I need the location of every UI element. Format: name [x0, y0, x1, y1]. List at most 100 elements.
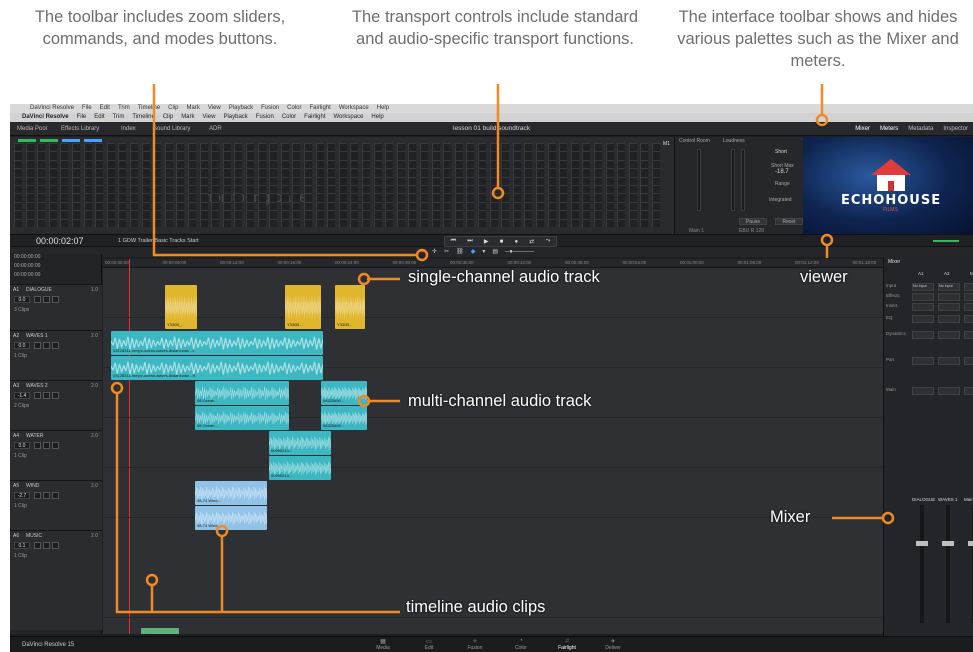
mixer-slot[interactable] — [964, 293, 973, 301]
audio-transport-icon[interactable]: ⤳ — [546, 238, 551, 245]
solo-button[interactable] — [43, 442, 50, 449]
page-edit-icon[interactable]: ▭ — [414, 638, 444, 645]
audio-clip[interactable]: 03128311-mmpv-ocean-waves-distant.wav - … — [111, 331, 323, 355]
adr-button[interactable]: ADR — [206, 122, 225, 136]
track-name[interactable]: MUSIC — [26, 533, 42, 539]
track-volume[interactable]: -2.7 — [14, 492, 30, 499]
resolve-menu-item[interactable]: File — [77, 113, 87, 122]
zoom-slider[interactable]: ─●───── — [505, 247, 534, 257]
solo-button[interactable] — [43, 392, 50, 399]
mute-button[interactable] — [52, 442, 59, 449]
main-volume-slider[interactable] — [933, 240, 959, 242]
fader-knob[interactable] — [942, 541, 954, 546]
solo-button[interactable] — [43, 542, 50, 549]
timeline-ruler[interactable]: 00:00:00:00 00:00:06:00 00:00:12:00 00:00:1… — [103, 259, 883, 268]
mac-menu-item[interactable]: Color — [287, 104, 301, 113]
mac-menu-item[interactable]: Playback — [229, 104, 253, 113]
solo-button[interactable] — [43, 296, 50, 303]
page-color-icon[interactable]: ◔ — [506, 638, 536, 644]
pointer-tool-icon[interactable]: ➤ — [420, 247, 425, 257]
reset-button[interactable]: Reset — [775, 218, 803, 225]
audio-clip[interactable]: 00990214... — [269, 456, 331, 480]
track-header-a6[interactable]: A6 MUSIC 2.0 0.1 1 Clip — [10, 530, 102, 630]
resolve-menu-item[interactable]: Fusion — [256, 113, 274, 122]
track-volume[interactable]: 0.0 — [14, 342, 30, 349]
resolve-menu-item[interactable]: Help — [371, 113, 383, 122]
mixer-slot[interactable] — [938, 303, 960, 311]
track-header-a4[interactable]: A4 WATER 2.0 0.0 1 Clip — [10, 430, 102, 480]
mixer-slot[interactable] — [964, 315, 973, 323]
mute-button[interactable] — [52, 342, 59, 349]
mute-button[interactable] — [52, 542, 59, 549]
snap-icon[interactable]: ◆ — [471, 247, 476, 257]
track-volume[interactable]: 0.0 — [14, 442, 30, 449]
page-fusion-icon[interactable]: ✧ — [460, 638, 490, 645]
resolve-menu-item[interactable]: Clip — [163, 113, 173, 122]
mac-menu-item[interactable]: Workspace — [339, 104, 369, 113]
mixer-slot[interactable] — [912, 293, 934, 301]
mixer-toggle-button[interactable]: Mixer — [850, 122, 875, 136]
mac-menu-item[interactable]: Fusion — [261, 104, 279, 113]
mixer-slot[interactable] — [938, 315, 960, 323]
solo-button[interactable] — [43, 342, 50, 349]
page-fairlight-icon[interactable]: ♫ — [552, 638, 582, 644]
audio-clip[interactable]: 03128311-mmpv-ocean-waves-distant.wav - … — [111, 356, 323, 380]
mixer-slot[interactable] — [912, 357, 934, 365]
audio-clip[interactable]: 08-74 Wind... — [195, 506, 267, 530]
mixer-slot[interactable] — [912, 387, 934, 395]
mixer-slot[interactable] — [964, 283, 973, 291]
marker-icon[interactable]: ▾ — [482, 247, 485, 257]
resolve-menu-item[interactable]: Playback — [223, 113, 247, 122]
mute-button[interactable] — [52, 296, 59, 303]
mac-menu-item[interactable]: Help — [377, 104, 389, 113]
resolve-menu-item[interactable]: Fairlight — [304, 113, 325, 122]
record-arm-button[interactable] — [34, 542, 41, 549]
solo-button[interactable] — [43, 492, 50, 499]
track-volume[interactable]: 0.1 — [14, 542, 30, 549]
metadata-toggle-button[interactable]: Metadata — [903, 122, 938, 136]
resolve-menu-item[interactable]: Workspace — [334, 113, 364, 122]
fader-knob[interactable] — [916, 541, 928, 546]
fast-forward-icon[interactable]: ⏭ — [467, 238, 472, 245]
record-arm-button[interactable] — [34, 342, 41, 349]
track-name[interactable]: WAVES 1 — [26, 333, 48, 339]
audio-clip[interactable]: 08 Ocean... — [195, 406, 289, 430]
record-arm-button[interactable] — [34, 442, 41, 449]
page-media-icon[interactable]: ▦ — [368, 638, 398, 645]
track-header-a1[interactable]: A1 DIALOGUE 1.0 0.0 3 Clips — [10, 284, 102, 330]
track-name[interactable]: WIND — [26, 483, 39, 489]
range-tool-icon[interactable]: ✛ — [432, 247, 437, 257]
mac-menu-item[interactable]: DaVinci Resolve — [30, 104, 74, 113]
meters-toggle-button[interactable]: Meters — [875, 122, 903, 136]
sound-library-button[interactable]: Sound Library — [150, 122, 193, 136]
mixer-slot[interactable] — [938, 357, 960, 365]
page-deliver-icon[interactable]: ✈ — [598, 638, 628, 645]
stop-icon[interactable]: ■ — [500, 239, 504, 245]
audio-clip[interactable]: Y330B... — [335, 285, 365, 329]
zoom-mode-icon[interactable]: ▤ — [492, 247, 498, 257]
page-fusion-tab[interactable]: Fusion — [460, 645, 490, 651]
track-header-a5[interactable]: A5 WIND 2.0 -2.7 1 Clip — [10, 480, 102, 530]
resolve-menu-item[interactable]: Timeline — [132, 113, 154, 122]
mute-button[interactable] — [52, 392, 59, 399]
resolve-menu-item[interactable]: Trim — [113, 113, 125, 122]
audio-clip[interactable]: Y330B_... — [165, 285, 197, 329]
fader-knob[interactable] — [968, 541, 973, 546]
razor-icon[interactable]: ✂ — [444, 247, 449, 257]
mixer-slot[interactable] — [938, 331, 960, 339]
resolve-menu-item[interactable]: View — [203, 113, 216, 122]
rewind-icon[interactable]: ⏮ — [451, 238, 456, 245]
track-volume[interactable]: -1.4 — [14, 392, 30, 399]
audio-clip[interactable]: 08-74 Wind... — [195, 481, 267, 505]
mixer-slot[interactable] — [938, 293, 960, 301]
mac-menu-item[interactable]: Timeline — [138, 104, 160, 113]
record-arm-button[interactable] — [34, 492, 41, 499]
effects-library-button[interactable]: Effects Library — [58, 122, 102, 136]
mac-menu-item[interactable]: Fairlight — [309, 104, 330, 113]
page-deliver-tab[interactable]: Deliver — [598, 645, 628, 651]
mac-menu-item[interactable]: Trim — [118, 104, 130, 113]
mixer-slot[interactable] — [964, 331, 973, 339]
media-pool-button[interactable]: Media Pool — [14, 122, 50, 136]
track-header-a3[interactable]: A3 WAVES 2 2.0 -1.4 2 Clips — [10, 380, 102, 430]
mac-menu-item[interactable]: Edit — [100, 104, 110, 113]
